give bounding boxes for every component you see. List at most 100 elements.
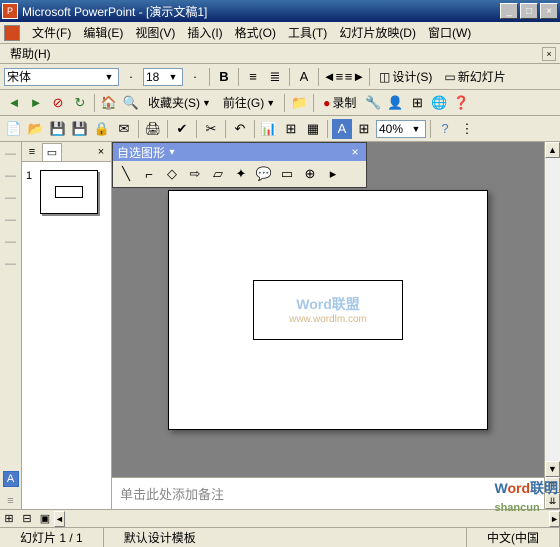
cut-button[interactable]: ✂ bbox=[201, 119, 221, 139]
menu-help[interactable]: 帮助(H) bbox=[4, 43, 57, 64]
insert-table-button[interactable]: ▦ bbox=[303, 119, 323, 139]
scroll-left-button[interactable]: ◄ bbox=[54, 511, 65, 527]
mdi-close[interactable]: × bbox=[542, 47, 556, 61]
increase-font-button[interactable]: A bbox=[294, 67, 314, 87]
tool-button-5[interactable]: ❓ bbox=[451, 93, 471, 113]
block-arrows-button[interactable]: ⇨ bbox=[184, 163, 206, 185]
home-button[interactable]: 🏠 bbox=[99, 93, 119, 113]
vtool-3[interactable]: — bbox=[3, 190, 19, 206]
grid-button[interactable]: ⊞ bbox=[354, 119, 374, 139]
minimize-button[interactable]: _ bbox=[500, 3, 518, 19]
scroll-down-button[interactable]: ▼ bbox=[545, 461, 560, 477]
flowchart-button[interactable]: ▱ bbox=[207, 163, 229, 185]
vtool-6[interactable]: — bbox=[3, 256, 19, 272]
print-button[interactable]: 🖨 bbox=[143, 119, 163, 139]
numbering-button[interactable]: ≣ bbox=[265, 67, 285, 87]
vtool-2[interactable]: — bbox=[3, 168, 19, 184]
new-button[interactable]: 📄 bbox=[4, 119, 24, 139]
color-button[interactable]: A bbox=[332, 119, 352, 139]
pin-icon[interactable]: ▾ bbox=[165, 147, 179, 158]
slideshow-view-button[interactable]: ▣ bbox=[36, 511, 54, 527]
goto-button[interactable]: 前往(G) ▼ bbox=[218, 91, 280, 114]
scroll-track[interactable] bbox=[545, 158, 560, 461]
slides-tab[interactable]: ▭ bbox=[42, 143, 62, 161]
font-size-up[interactable]: · bbox=[185, 67, 205, 87]
table-button[interactable]: ⊞ bbox=[281, 119, 301, 139]
sorter-view-button[interactable]: ⊟ bbox=[18, 511, 36, 527]
tool-button-2[interactable]: 👤 bbox=[385, 93, 405, 113]
autoshapes-titlebar[interactable]: 自选图形 ▾ × bbox=[113, 143, 366, 161]
action-buttons-button[interactable]: ▭ bbox=[276, 163, 298, 185]
vtool-4[interactable]: — bbox=[3, 212, 19, 228]
vertical-scrollbar[interactable]: ▲ ▼ ⇈ ⇊ bbox=[544, 142, 560, 509]
refresh-button[interactable]: ↻ bbox=[70, 93, 90, 113]
bullets-button[interactable]: ≡ bbox=[243, 67, 263, 87]
dropdown-icon[interactable]: ▼ bbox=[166, 72, 180, 82]
font-combo[interactable]: 宋体 ▼ bbox=[4, 68, 119, 86]
outline-tab[interactable]: ≡ bbox=[22, 143, 42, 161]
vtool-1[interactable]: — bbox=[3, 146, 19, 162]
vtool-5[interactable]: — bbox=[3, 234, 19, 250]
menu-insert[interactable]: 插入(I) bbox=[181, 22, 228, 43]
search-web-button[interactable]: 🔍 bbox=[121, 93, 141, 113]
design-button[interactable]: ◫ 设计(S) bbox=[374, 65, 437, 88]
lines-button[interactable]: ╲ bbox=[115, 163, 137, 185]
chart-button[interactable]: 📊 bbox=[259, 119, 279, 139]
undo-button[interactable]: ↶ bbox=[230, 119, 250, 139]
tool-button-3[interactable]: ⊞ bbox=[407, 93, 427, 113]
menu-tools[interactable]: 工具(T) bbox=[282, 22, 333, 43]
permission-button[interactable]: 🔒 bbox=[92, 119, 112, 139]
thumbnail-item[interactable]: 1 bbox=[26, 170, 107, 214]
normal-view-button[interactable]: ⊞ bbox=[0, 511, 18, 527]
close-panel-button[interactable]: × bbox=[91, 143, 111, 161]
menu-format[interactable]: 格式(O) bbox=[229, 22, 282, 43]
maximize-button[interactable]: □ bbox=[520, 3, 538, 19]
help-button[interactable]: ? bbox=[435, 119, 455, 139]
folder-button[interactable]: 📁 bbox=[289, 93, 309, 113]
close-icon[interactable]: × bbox=[348, 145, 362, 159]
increase-indent-button[interactable]: ≡► bbox=[345, 67, 365, 87]
back-button[interactable]: ◄ bbox=[4, 93, 24, 113]
menu-edit[interactable]: 编辑(E) bbox=[77, 22, 129, 43]
menu-view[interactable]: 视图(V) bbox=[129, 22, 181, 43]
horizontal-scrollbar[interactable]: ◄ ► bbox=[54, 511, 560, 527]
font-size-combo[interactable]: 18 ▼ bbox=[143, 68, 183, 86]
favorites-button[interactable]: 收藏夹(S) ▼ bbox=[143, 91, 216, 114]
decrease-indent-button[interactable]: ◄≡ bbox=[323, 67, 343, 87]
email-button[interactable]: ✉ bbox=[114, 119, 134, 139]
scroll-up-button[interactable]: ▲ bbox=[545, 142, 560, 158]
save-as-button[interactable]: 💾 bbox=[70, 119, 90, 139]
slide-canvas[interactable]: 自选图形 ▾ × ╲ ⌐ ◇ ⇨ ▱ ✦ 💬 ▭ ⊕ ▸ bbox=[112, 142, 544, 477]
dropdown-icon[interactable]: ▼ bbox=[409, 124, 423, 134]
app-menu-icon[interactable] bbox=[4, 25, 20, 41]
toolbar-options[interactable]: ⋮ bbox=[457, 119, 477, 139]
font-size-down[interactable]: · bbox=[121, 67, 141, 87]
bold-button[interactable]: B bbox=[214, 67, 234, 87]
stop-button[interactable]: ⊘ bbox=[48, 93, 68, 113]
forward-button[interactable]: ► bbox=[26, 93, 46, 113]
vtool-color[interactable]: A bbox=[3, 471, 19, 487]
notes-pane[interactable]: 单击此处添加备注 bbox=[112, 477, 544, 509]
dropdown-icon[interactable]: ▼ bbox=[102, 72, 116, 82]
record-button[interactable]: ● 录制 bbox=[318, 91, 361, 114]
close-button[interactable]: × bbox=[540, 3, 558, 19]
new-slide-button[interactable]: ▭ 新幻灯片 bbox=[439, 65, 510, 88]
tool-button-4[interactable]: 🌐 bbox=[429, 93, 449, 113]
slide[interactable]: Word联盟 www.wordlm.com bbox=[168, 190, 488, 430]
more-shapes-button[interactable]: ⊕ bbox=[299, 163, 321, 185]
rectangle-shape[interactable]: Word联盟 www.wordlm.com bbox=[253, 280, 403, 340]
slide-thumbnail[interactable] bbox=[40, 170, 98, 214]
tool-button-1[interactable]: 🔧 bbox=[363, 93, 383, 113]
save-button[interactable]: 💾 bbox=[48, 119, 68, 139]
autoshapes-menu-button[interactable]: ▸ bbox=[322, 163, 344, 185]
stars-button[interactable]: ✦ bbox=[230, 163, 252, 185]
zoom-combo[interactable]: 40% ▼ bbox=[376, 120, 426, 138]
connectors-button[interactable]: ⌐ bbox=[138, 163, 160, 185]
menu-file[interactable]: 文件(F) bbox=[26, 22, 77, 43]
open-button[interactable]: 📂 bbox=[26, 119, 46, 139]
basic-shapes-button[interactable]: ◇ bbox=[161, 163, 183, 185]
menu-slideshow[interactable]: 幻灯片放映(D) bbox=[333, 22, 422, 43]
spelling-button[interactable]: ✔ bbox=[172, 119, 192, 139]
callouts-button[interactable]: 💬 bbox=[253, 163, 275, 185]
vtool-expand[interactable]: ≡ bbox=[3, 493, 19, 509]
